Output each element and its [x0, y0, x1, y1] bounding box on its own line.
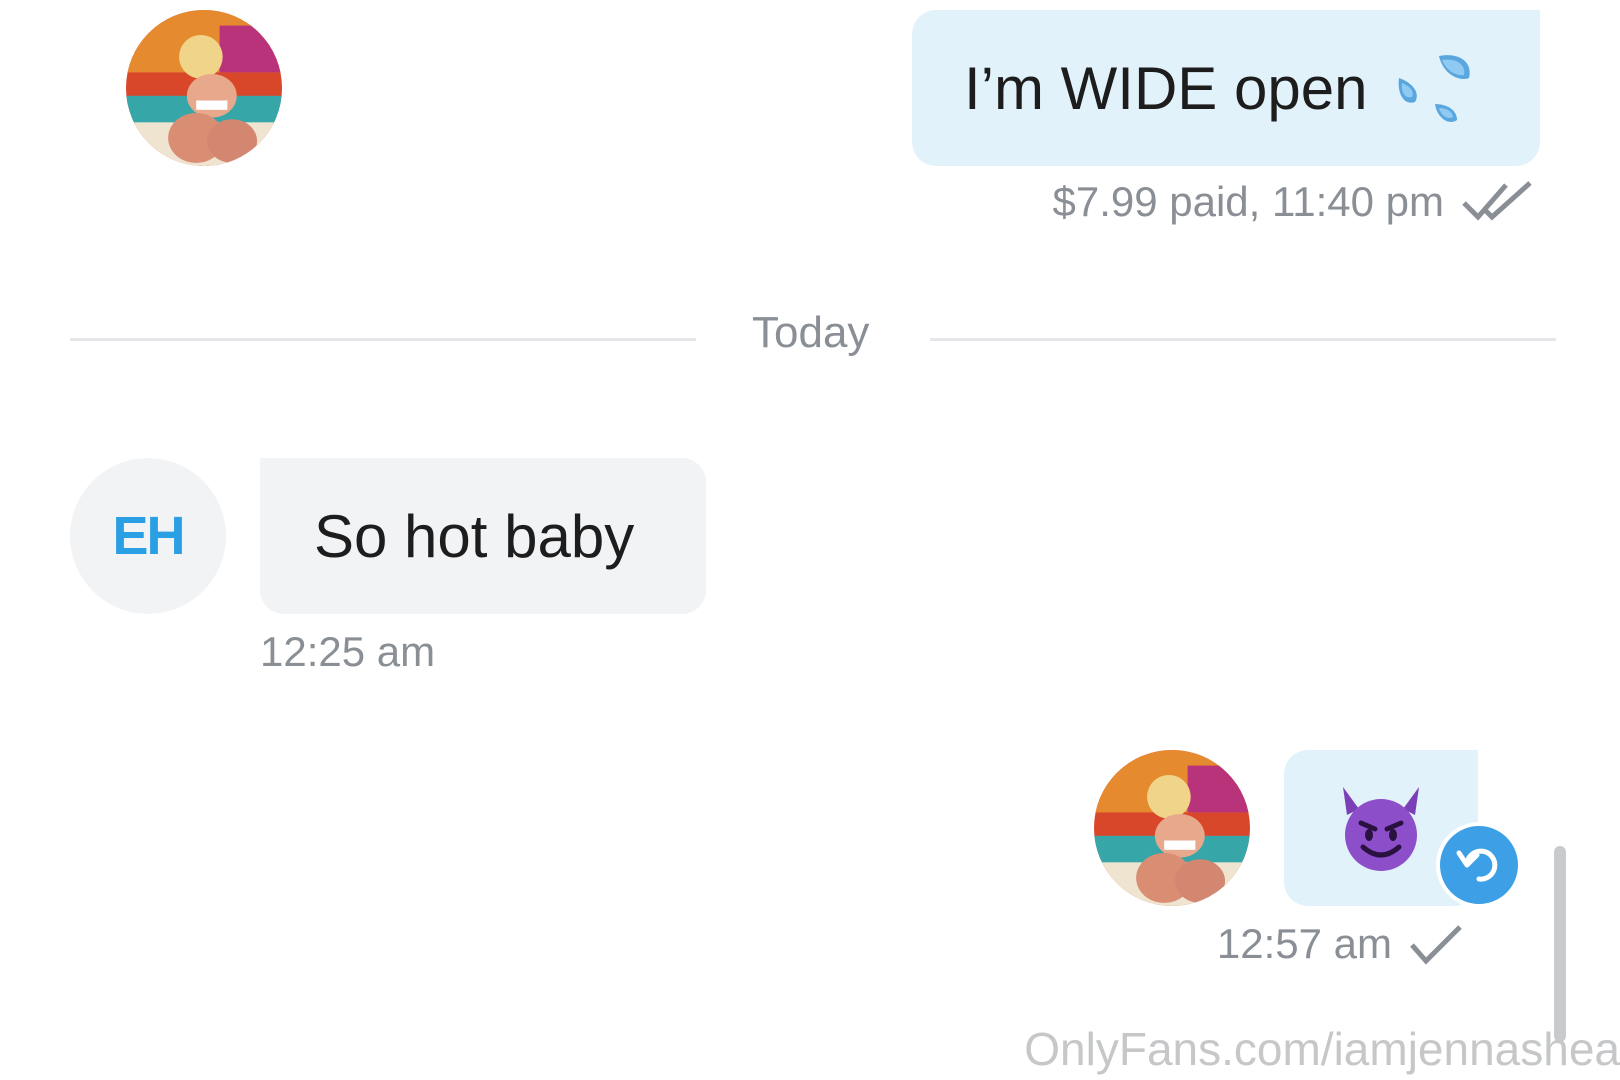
message-bubble-incoming[interactable]: So hot baby: [260, 458, 706, 614]
message-bubble-outgoing[interactable]: I’m WIDE open: [912, 10, 1540, 166]
date-divider-label: Today: [752, 308, 870, 357]
smiling-devil-icon: [1333, 783, 1429, 873]
sender-avatar[interactable]: [1094, 750, 1250, 906]
contact-avatar-initials[interactable]: EH: [70, 458, 226, 614]
message-meta-text: 12:57 am: [1216, 920, 1392, 967]
message-meta-text: $7.99 paid, 11:40 pm: [1052, 178, 1444, 225]
message-meta: $7.99 paid, 11:40 pm: [1052, 178, 1536, 226]
sender-avatar[interactable]: [126, 10, 282, 166]
message-text: So hot baby: [314, 502, 635, 570]
divider-line-left: [70, 338, 696, 341]
undo-icon: [1455, 841, 1503, 889]
check-icon: [1408, 921, 1464, 967]
double-check-icon: [1460, 179, 1536, 225]
undo-button[interactable]: [1436, 822, 1522, 908]
divider-line-right: [930, 338, 1556, 341]
scrollbar-thumb[interactable]: [1554, 846, 1566, 1042]
avatar-photo: [1094, 750, 1250, 906]
message-text: I’m WIDE open: [964, 54, 1368, 122]
avatar-photo: [126, 10, 282, 166]
message-meta: 12:25 am: [260, 628, 435, 676]
watermark: OnlyFans.com/iamjennashea: [1024, 1023, 1620, 1075]
message-meta-text: 12:25 am: [260, 628, 436, 675]
message-meta: 12:57 am: [1217, 920, 1464, 968]
sweat-droplets-icon: [1389, 48, 1475, 128]
